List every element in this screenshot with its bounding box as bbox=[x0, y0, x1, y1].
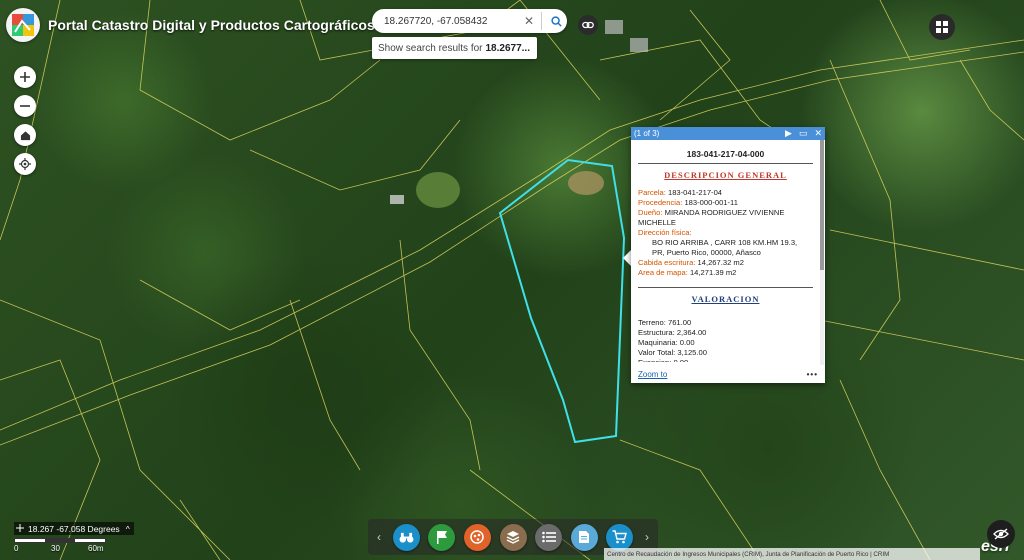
link-icon bbox=[582, 21, 594, 29]
popup-pager: (1 of 3) bbox=[634, 129, 660, 138]
flag-icon bbox=[436, 531, 447, 544]
binoculars-icon bbox=[399, 532, 414, 543]
field-area-mapa: Area de mapa: 14,271.39 m2 bbox=[638, 268, 813, 278]
more-options-icon[interactable]: ••• bbox=[807, 370, 818, 379]
home-icon bbox=[20, 130, 30, 140]
zoom-in-button[interactable] bbox=[14, 66, 36, 88]
procedencia-value: 183-000-001-11 bbox=[684, 198, 738, 207]
scale-bar: 0 30 60m bbox=[14, 538, 106, 553]
area-value: 14,271.39 m2 bbox=[689, 268, 737, 277]
search-button[interactable] bbox=[546, 15, 567, 27]
cart-button[interactable] bbox=[606, 523, 634, 551]
direccion-line-2: PR, Puerto Rico, 00000, Añasco bbox=[652, 248, 761, 257]
flag-button[interactable] bbox=[428, 523, 456, 551]
basemap-button[interactable] bbox=[499, 523, 527, 551]
parcel-id-title: 183-041-217-04-000 bbox=[638, 149, 813, 164]
eye-off-icon bbox=[993, 528, 1009, 540]
theme-layers-button[interactable] bbox=[463, 523, 491, 551]
next-feature-icon[interactable]: ▶ bbox=[785, 128, 792, 139]
section-divider bbox=[638, 287, 813, 288]
toolbar-prev-icon[interactable]: ‹ bbox=[374, 530, 384, 544]
popup-footer: Zoom to ••• bbox=[631, 365, 825, 383]
search-input[interactable] bbox=[382, 14, 522, 28]
section-valoracion: VALORACION bbox=[691, 294, 760, 304]
document-button[interactable] bbox=[570, 523, 598, 551]
parcel-popup: (1 of 3) ▶ ▭ ✕ 183-041-217-04-000 DESCRI… bbox=[631, 127, 825, 383]
chevron-up-icon[interactable]: ^ bbox=[126, 524, 130, 534]
grid-icon bbox=[936, 21, 948, 33]
parcela-value: 183-041-217-04 bbox=[667, 188, 723, 197]
field-direccion-label: Dirección física: bbox=[638, 228, 813, 238]
plus-icon bbox=[20, 72, 30, 82]
field-dueno: Dueño: MIRANDA RODRIGUEZ VIVIENNE MICHEL… bbox=[638, 208, 813, 228]
share-link-button[interactable] bbox=[578, 15, 598, 35]
binoculars-button[interactable] bbox=[392, 523, 420, 551]
field-parcela: Parcela: 183-041-217-04 bbox=[638, 188, 813, 198]
cart-icon bbox=[612, 530, 628, 544]
app-header: Portal Catastro Digital y Productos Cart… bbox=[6, 8, 375, 42]
direccion-label: Dirección física: bbox=[638, 228, 692, 237]
popup-header: (1 of 3) ▶ ▭ ✕ bbox=[631, 127, 825, 140]
search-icon bbox=[551, 15, 562, 27]
coordinate-readout: 18.267 -67.058 Degrees bbox=[28, 523, 120, 534]
cadastre-logo-icon bbox=[12, 14, 34, 36]
field-cabida: Cabida escritura: 14,267.32 m2 bbox=[638, 258, 813, 268]
cabida-value: 14,267.32 m2 bbox=[697, 258, 744, 267]
valor-total-value: Valor Total: 3,125.00 bbox=[638, 348, 707, 357]
parcel-lines-overlay bbox=[0, 0, 1024, 560]
map-attribution[interactable]: Centro de Recaudación de Ingresos Munici… bbox=[604, 548, 980, 560]
visibility-toggle-button[interactable] bbox=[987, 520, 1015, 548]
dueno-label: Dueño: bbox=[638, 208, 663, 217]
suggestion-term: 18.2677... bbox=[485, 42, 530, 54]
section-descripcion-general: DESCRIPCION GENERAL bbox=[664, 170, 787, 180]
area-label: Area de mapa: bbox=[638, 268, 688, 277]
clear-search-icon[interactable]: ✕ bbox=[521, 14, 536, 28]
scrollbar-thumb[interactable] bbox=[820, 140, 824, 270]
app-title: Portal Catastro Digital y Productos Cart… bbox=[48, 17, 375, 33]
toolbar-next-icon[interactable]: › bbox=[642, 530, 652, 544]
satellite-map[interactable] bbox=[0, 0, 1024, 560]
scale-label-30: 30 bbox=[51, 544, 60, 553]
terreno-value: Terreno: 761.00 bbox=[638, 318, 692, 327]
scale-label-0: 0 bbox=[14, 544, 19, 553]
crosshair-icon[interactable] bbox=[16, 523, 24, 534]
scale-label-60: 60m bbox=[88, 544, 104, 553]
estructura-value: Estructura: 2,364.00 bbox=[638, 328, 707, 337]
layers-theme-icon bbox=[470, 530, 485, 544]
basemap-layers-icon bbox=[506, 531, 520, 544]
field-procedencia: Procedencia: 183-000-001-11 bbox=[638, 198, 813, 208]
direccion-line-1: BO RIO ARRIBA , CARR 108 KM.HM 19.3, bbox=[652, 238, 798, 247]
close-icon[interactable]: ✕ bbox=[814, 128, 822, 139]
zoom-out-button[interactable] bbox=[14, 95, 36, 117]
document-icon bbox=[579, 531, 590, 543]
home-button[interactable] bbox=[14, 124, 36, 146]
selected-parcel-outline bbox=[498, 158, 626, 444]
partial-value: Exencion: 0.00 bbox=[638, 358, 813, 362]
search-divider bbox=[540, 12, 542, 30]
popup-scrollbar[interactable] bbox=[820, 140, 824, 365]
minus-icon bbox=[20, 105, 30, 107]
locate-button[interactable] bbox=[14, 153, 36, 175]
scale-labels: 0 30 60m bbox=[14, 543, 106, 553]
layer-list-button[interactable] bbox=[535, 523, 563, 551]
cabida-label: Cabida escritura: bbox=[638, 258, 696, 267]
app-launcher-button[interactable] bbox=[929, 14, 955, 40]
parcela-label: Parcela: bbox=[638, 188, 666, 197]
popup-body[interactable]: 183-041-217-04-000 DESCRIPCION GENERAL P… bbox=[631, 140, 825, 365]
maquinaria-value: Maquinaria: 0.00 bbox=[638, 338, 695, 347]
suggestion-prefix: Show search results for bbox=[378, 42, 483, 54]
search-suggestion[interactable]: Show search results for 18.2677... bbox=[372, 37, 537, 59]
zoom-to-link[interactable]: Zoom to bbox=[638, 370, 807, 379]
coordinate-widget[interactable]: 18.267 -67.058 Degrees ^ bbox=[14, 522, 134, 535]
app-logo[interactable] bbox=[6, 8, 40, 42]
procedencia-label: Procedencia: bbox=[638, 198, 683, 207]
popup-pointer bbox=[623, 250, 631, 266]
list-icon bbox=[541, 531, 556, 543]
locate-icon bbox=[19, 158, 31, 170]
crosshair-svg bbox=[16, 523, 24, 532]
search-box: ✕ bbox=[372, 9, 567, 33]
maximize-icon[interactable]: ▭ bbox=[799, 128, 808, 139]
